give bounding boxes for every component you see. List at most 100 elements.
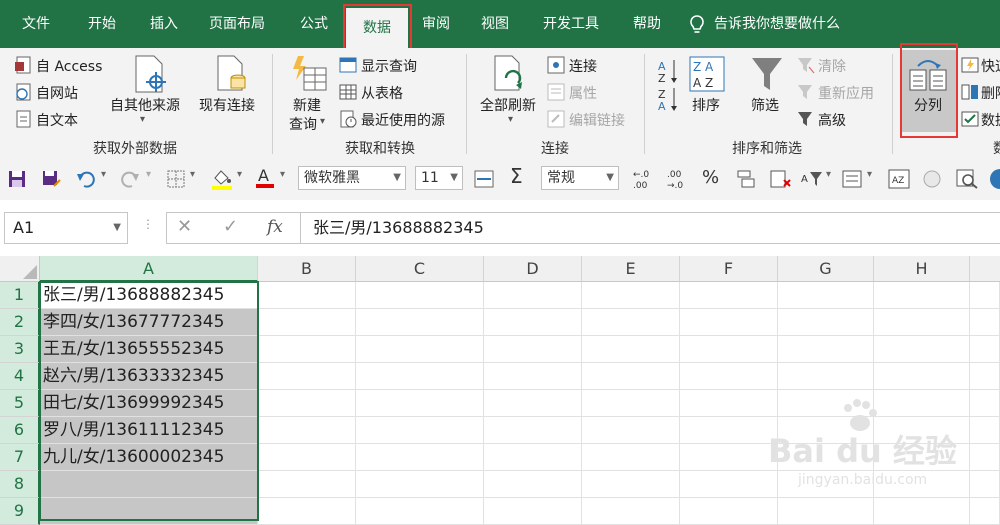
from-access-button[interactable]: 自 Access <box>36 56 102 76</box>
cell[interactable] <box>356 444 484 471</box>
properties-button[interactable]: 属性 <box>569 83 597 103</box>
chevron-down-icon[interactable]: ▾ <box>146 169 151 180</box>
cell[interactable] <box>680 390 778 417</box>
cell[interactable] <box>680 309 778 336</box>
redo-icon[interactable] <box>120 170 140 188</box>
cell-a5[interactable]: 田七/女/13699992345 <box>40 390 258 417</box>
cell[interactable] <box>582 282 680 309</box>
circle-shape-icon[interactable] <box>922 169 942 189</box>
clear-format-icon[interactable] <box>770 170 792 188</box>
from-table-button[interactable]: 从表格 <box>361 83 403 103</box>
tab-review[interactable]: 审阅 <box>410 0 462 48</box>
tab-home[interactable]: 开始 <box>72 0 132 48</box>
edit-links-button[interactable]: 编辑链接 <box>569 110 625 130</box>
cell[interactable] <box>258 309 356 336</box>
cell[interactable] <box>680 417 778 444</box>
column-header-d[interactable]: D <box>484 256 582 282</box>
column-header-i[interactable] <box>970 256 1000 282</box>
clear-button[interactable]: 清除 <box>818 56 846 76</box>
cell[interactable] <box>970 471 1000 498</box>
row-header-6[interactable]: 6 <box>0 417 40 444</box>
from-web-button[interactable]: 自网站 <box>36 83 78 103</box>
row-header-4[interactable]: 4 <box>0 363 40 390</box>
form-icon[interactable] <box>842 170 862 188</box>
cell[interactable] <box>874 309 970 336</box>
new-query-label-2[interactable]: 查询 <box>289 114 317 134</box>
cell[interactable] <box>582 390 680 417</box>
cell[interactable] <box>356 309 484 336</box>
tab-page-layout[interactable]: 页面布局 <box>196 0 278 48</box>
percent-style-icon[interactable]: % <box>702 167 719 188</box>
wrap-text-icon[interactable] <box>474 170 494 188</box>
row-header-8[interactable]: 8 <box>0 471 40 498</box>
column-header-f[interactable]: F <box>680 256 778 282</box>
reapply-button[interactable]: 重新应用 <box>818 83 874 103</box>
name-box[interactable]: A1 ▼ <box>4 212 128 244</box>
row-header-2[interactable]: 2 <box>0 309 40 336</box>
cell[interactable] <box>258 471 356 498</box>
chevron-down-icon[interactable]: ▾ <box>190 169 195 180</box>
cell[interactable] <box>258 444 356 471</box>
cell[interactable] <box>680 444 778 471</box>
cell[interactable] <box>778 309 874 336</box>
column-header-g[interactable]: G <box>778 256 874 282</box>
cell[interactable] <box>778 336 874 363</box>
chevron-down-icon[interactable]: ▾ <box>867 169 872 180</box>
cell-a1[interactable]: 张三/男/13688882345 <box>40 282 258 309</box>
cell-a7[interactable]: 九儿/女/13600002345 <box>40 444 258 471</box>
formula-input[interactable]: 张三/男/13688882345 <box>300 212 1000 244</box>
remove-duplicates-button[interactable]: 删除 <box>981 83 1000 103</box>
recent-sources-button[interactable]: 最近使用的源 <box>361 110 445 130</box>
cell[interactable] <box>582 471 680 498</box>
cell[interactable] <box>258 282 356 309</box>
cell[interactable] <box>582 309 680 336</box>
cell[interactable] <box>484 336 582 363</box>
cell[interactable] <box>680 363 778 390</box>
font-family-select[interactable]: 微软雅黑 ▼ <box>298 166 406 190</box>
sort-button[interactable]: 排序 <box>692 95 720 115</box>
cell-a6[interactable]: 罗八/男/13611112345 <box>40 417 258 444</box>
cell[interactable] <box>582 336 680 363</box>
format-painter-icon[interactable] <box>737 170 757 188</box>
cell[interactable] <box>874 336 970 363</box>
from-text-button[interactable]: 自文本 <box>36 110 78 130</box>
cell[interactable] <box>874 282 970 309</box>
existing-connections-button[interactable]: 现有连接 <box>199 95 255 115</box>
autosum-icon[interactable]: Σ <box>510 164 523 188</box>
flash-fill-button[interactable]: 快速 <box>981 56 1000 76</box>
row-header-7[interactable]: 7 <box>0 444 40 471</box>
cell[interactable] <box>484 363 582 390</box>
column-header-c[interactable]: C <box>356 256 484 282</box>
tab-data[interactable]: 数据 <box>346 8 408 48</box>
cell[interactable] <box>680 471 778 498</box>
fill-color-icon[interactable] <box>210 168 234 190</box>
borders-icon[interactable] <box>167 170 185 188</box>
cell[interactable] <box>356 336 484 363</box>
increase-decimal-icon[interactable]: ←.0.00 <box>632 167 654 191</box>
cell[interactable] <box>970 417 1000 444</box>
cell[interactable] <box>258 417 356 444</box>
font-color-icon[interactable]: A <box>254 166 276 190</box>
cell[interactable] <box>970 444 1000 471</box>
cell[interactable] <box>970 309 1000 336</box>
print-preview-icon[interactable] <box>956 169 978 189</box>
cell[interactable] <box>484 309 582 336</box>
cell[interactable] <box>582 363 680 390</box>
cell-a4[interactable]: 赵六/男/13633332345 <box>40 363 258 390</box>
row-header-5[interactable]: 5 <box>0 390 40 417</box>
save-as-icon[interactable] <box>42 170 62 188</box>
refresh-all-button[interactable]: 全部刷新 <box>480 95 536 115</box>
text-direction-icon[interactable]: AZ <box>888 169 910 189</box>
enter-check-icon[interactable]: ✓ <box>223 216 238 237</box>
font-size-select[interactable]: 11 ▼ <box>415 166 463 190</box>
chevron-down-icon[interactable]: ▾ <box>237 169 242 180</box>
cell[interactable] <box>970 390 1000 417</box>
number-format-select[interactable]: 常规 ▼ <box>541 166 619 190</box>
tab-insert[interactable]: 插入 <box>134 0 194 48</box>
cell[interactable] <box>582 444 680 471</box>
cell[interactable] <box>970 282 1000 309</box>
tab-view[interactable]: 视图 <box>468 0 522 48</box>
row-header-1[interactable]: 1 <box>0 282 40 309</box>
column-header-h[interactable]: H <box>874 256 970 282</box>
column-header-a[interactable]: A <box>40 256 258 282</box>
